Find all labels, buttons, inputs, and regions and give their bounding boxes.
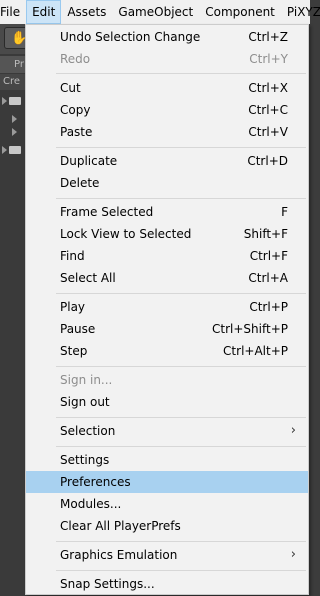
menu-item-shortcut: Ctrl+Shift+P [212, 322, 288, 336]
menu-component[interactable]: Component [199, 0, 281, 24]
menu-item-label: Modules... [60, 497, 122, 511]
menu-item-label: Find [60, 249, 85, 263]
menu-item-label: Sign out [60, 395, 110, 409]
folder-icon [9, 146, 21, 154]
menu-item-label: Graphics Emulation [60, 548, 178, 562]
menu-item-label: Preferences [60, 475, 131, 489]
menu-file[interactable]: File [0, 0, 26, 24]
menu-item-label: Settings [60, 453, 110, 467]
menu-item-shortcut: Ctrl+F [249, 249, 288, 263]
menu-item-copy[interactable]: Copy Ctrl+C [26, 99, 308, 121]
menu-item-shortcut: Ctrl+C [248, 103, 288, 117]
menu-item-cut[interactable]: Cut Ctrl+X [26, 77, 308, 99]
menu-item-shortcut: Ctrl+Z [248, 30, 288, 44]
menu-item-label: Copy [60, 103, 91, 117]
menu-item-modules[interactable]: Modules... [26, 493, 308, 515]
menu-item-label: Play [60, 300, 86, 314]
menu-item-paste[interactable]: Paste Ctrl+V [26, 121, 308, 143]
menu-item-shortcut: Ctrl+X [248, 81, 288, 95]
expand-arrow-icon[interactable] [2, 146, 7, 154]
submenu-arrow-icon: › [290, 547, 296, 562]
menu-item-shortcut: Ctrl+Y [249, 52, 288, 66]
menu-item-label: Clear All PlayerPrefs [60, 519, 181, 533]
menu-separator [56, 570, 306, 571]
menu-item-label: Duplicate [60, 154, 118, 168]
menu-item-label: Select All [60, 271, 116, 285]
menu-item-label: Selection [60, 424, 116, 438]
editor-toolbar: ✋ [0, 24, 34, 54]
menu-item-label: Paste [60, 125, 93, 139]
menu-item-label: Cut [60, 81, 81, 95]
menu-item-sign-out[interactable]: Sign out [26, 391, 308, 413]
menu-item-step[interactable]: Step Ctrl+Alt+P [26, 340, 308, 362]
menu-item-label: Undo Selection Change [60, 30, 201, 44]
menu-separator [56, 198, 306, 199]
menu-item-undo[interactable]: Undo Selection Change Ctrl+Z [26, 26, 308, 48]
menu-item-preferences[interactable]: Preferences [26, 471, 308, 493]
menu-gameobject[interactable]: GameObject [112, 0, 199, 24]
menu-separator [56, 366, 306, 367]
menu-separator [56, 73, 306, 74]
expand-arrow-icon[interactable] [12, 115, 17, 123]
menu-item-redo[interactable]: Redo Ctrl+Y [26, 48, 308, 70]
menu-separator [56, 541, 306, 542]
menu-item-graphics-emulation[interactable]: Graphics Emulation › [26, 544, 308, 566]
menu-separator [56, 293, 306, 294]
menu-item-label: Sign in... [60, 373, 113, 387]
editor-background [0, 24, 26, 596]
menu-separator [56, 417, 306, 418]
menu-item-settings[interactable]: Settings [26, 449, 308, 471]
menu-item-lock-view[interactable]: Lock View to Selected Shift+F [26, 223, 308, 245]
menu-item-clear-playerprefs[interactable]: Clear All PlayerPrefs [26, 515, 308, 537]
menu-item-find[interactable]: Find Ctrl+F [26, 245, 308, 267]
menu-item-select-all[interactable]: Select All Ctrl+A [26, 267, 308, 289]
edit-menu-dropdown: Undo Selection Change Ctrl+Z Redo Ctrl+Y… [25, 24, 309, 595]
menu-item-label: Redo [60, 52, 91, 66]
menu-item-label: Step [60, 344, 88, 358]
menu-edit[interactable]: Edit [26, 0, 62, 24]
menu-item-shortcut: Ctrl+A [248, 271, 288, 285]
menu-item-shortcut: Ctrl+P [249, 300, 288, 314]
menu-item-play[interactable]: Play Ctrl+P [26, 296, 308, 318]
menu-item-pause[interactable]: Pause Ctrl+Shift+P [26, 318, 308, 340]
menu-item-shortcut: Ctrl+D [247, 154, 288, 168]
menu-pixyz[interactable]: PiXYZ [281, 0, 320, 24]
expand-arrow-icon[interactable] [2, 97, 7, 105]
menu-item-duplicate[interactable]: Duplicate Ctrl+D [26, 150, 308, 172]
menu-item-shortcut: F [281, 205, 288, 219]
expand-arrow-icon[interactable] [12, 128, 17, 136]
menu-item-delete[interactable]: Delete [26, 172, 308, 194]
menu-item-label: Snap Settings... [60, 577, 155, 591]
menu-item-label: Delete [60, 176, 100, 190]
menu-separator [56, 147, 306, 148]
menu-item-snap-settings[interactable]: Snap Settings... [26, 573, 308, 595]
menu-item-shortcut: Ctrl+Alt+P [223, 344, 288, 358]
menu-bar: File Edit Assets GameObject Component Pi… [0, 0, 320, 24]
project-panel-tab[interactable]: Pr [0, 56, 26, 73]
menu-separator [56, 446, 306, 447]
menu-item-shortcut: Ctrl+V [248, 125, 288, 139]
menu-item-label: Frame Selected [60, 205, 154, 219]
menu-item-label: Lock View to Selected [60, 227, 192, 241]
menu-item-sign-in[interactable]: Sign in... [26, 369, 308, 391]
menu-assets[interactable]: Assets [61, 0, 112, 24]
submenu-arrow-icon: › [290, 423, 296, 438]
menu-item-shortcut: Shift+F [243, 227, 288, 241]
menu-item-label: Pause [60, 322, 96, 336]
menu-item-selection[interactable]: Selection › [26, 420, 308, 442]
create-button[interactable]: Cre [0, 74, 26, 90]
menu-item-frame-selected[interactable]: Frame Selected F [26, 201, 308, 223]
folder-icon [9, 97, 21, 105]
